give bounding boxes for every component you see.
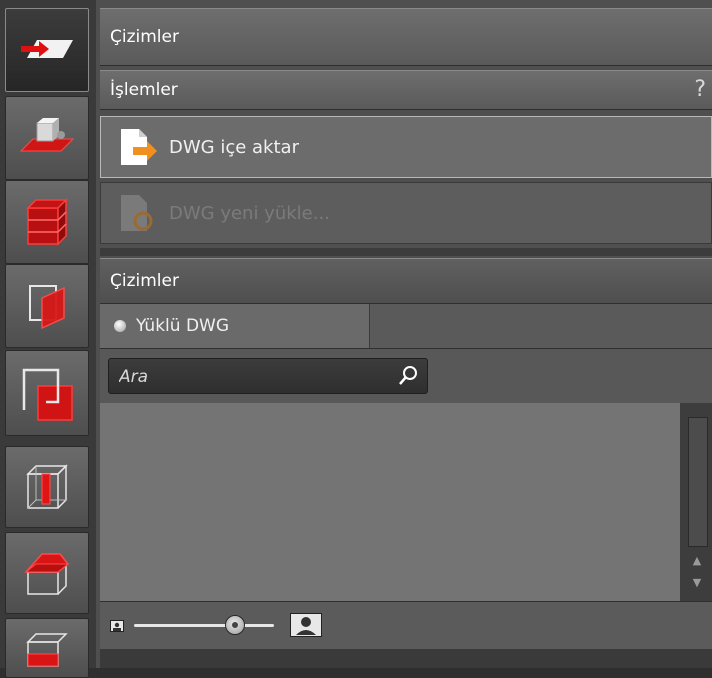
drawings-title: Çizimler <box>110 271 179 291</box>
small-thumbnail-icon[interactable] <box>110 620 124 632</box>
search-icon[interactable] <box>397 365 419 387</box>
search-input[interactable] <box>109 359 401 395</box>
drawing-import-icon <box>21 40 73 58</box>
size-slider-thumb[interactable] <box>224 615 245 635</box>
tool-section-plane[interactable] <box>5 264 89 348</box>
thumbnail-size-bar <box>100 601 712 650</box>
search-row <box>100 349 712 403</box>
drawings-header[interactable]: Çizimler <box>100 258 712 304</box>
dwg-import-icon <box>121 129 157 165</box>
drawings-list[interactable]: ▲ ▼ <box>100 403 712 601</box>
tool-drawing-import[interactable] <box>5 8 89 92</box>
search-box[interactable] <box>108 358 428 395</box>
drawings-panel: Çizimler İşlemler ? DWG içe aktar DWG ye… <box>96 0 712 668</box>
scroll-down-icon[interactable]: ▼ <box>688 575 706 591</box>
column-box-icon <box>26 464 68 509</box>
tool-object-on-plane[interactable] <box>5 96 89 180</box>
roof-box-icon <box>24 553 70 595</box>
panel-footer <box>100 649 712 668</box>
large-thumbnail-icon[interactable] <box>290 613 322 637</box>
tool-overlap-rectangles[interactable] <box>5 350 89 436</box>
overlap-rectangles-icon <box>22 368 73 421</box>
reload-dwg-button[interactable]: DWG yeni yükle... <box>100 182 712 244</box>
tool-column-box[interactable] <box>5 446 89 528</box>
scroll-up-icon[interactable]: ▲ <box>688 553 706 569</box>
drawings-tabs: Yüklü DWG <box>100 304 712 349</box>
import-dwg-label: DWG içe aktar <box>169 136 299 158</box>
object-on-plane-icon <box>19 118 75 152</box>
floors-stack-icon <box>26 198 68 246</box>
tool-foundation-box[interactable] <box>5 618 89 678</box>
size-slider-track[interactable] <box>134 624 274 627</box>
dwg-reload-icon <box>121 195 153 231</box>
operations-header[interactable]: İşlemler ? <box>100 70 712 110</box>
tool-sidebar <box>0 0 96 678</box>
reload-dwg-label: DWG yeni yükle... <box>169 202 330 224</box>
import-dwg-button[interactable]: DWG içe aktar <box>100 116 712 178</box>
vertical-scrollbar[interactable]: ▲ ▼ <box>680 403 712 601</box>
tab-indicator-icon <box>114 320 126 332</box>
scroll-thumb[interactable] <box>688 417 708 547</box>
tab-loaded-dwg-label: Yüklü DWG <box>136 316 230 336</box>
help-icon[interactable]: ? <box>694 71 706 109</box>
operations-title: İşlemler <box>110 80 178 100</box>
tab-loaded-dwg[interactable]: Yüklü DWG <box>100 304 370 348</box>
tool-roof-box[interactable] <box>5 532 89 614</box>
panel-header[interactable]: Çizimler <box>100 8 712 66</box>
section-divider <box>100 248 712 256</box>
section-plane-icon <box>29 285 65 330</box>
foundation-box-icon <box>26 633 68 667</box>
panel-title: Çizimler <box>110 27 179 47</box>
tool-floors-stack[interactable] <box>5 180 89 264</box>
